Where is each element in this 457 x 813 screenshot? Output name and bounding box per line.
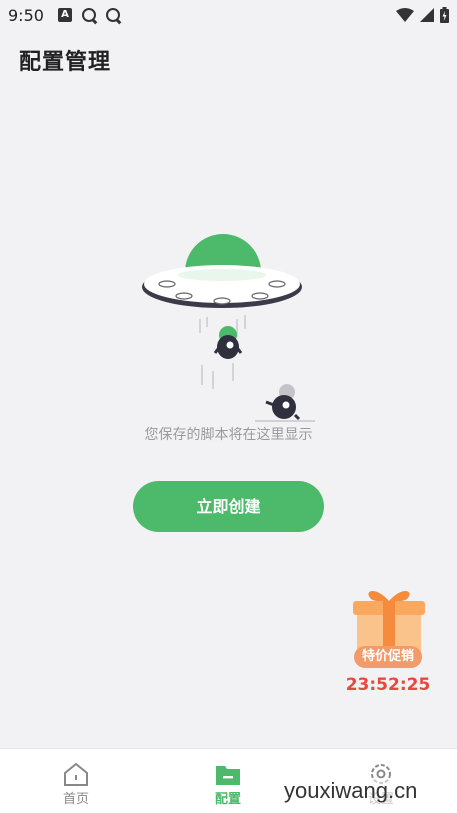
- system-icons: [396, 7, 449, 23]
- signal-icon: [420, 8, 434, 22]
- empty-state-message: 您保存的脚本将在这里显示: [144, 427, 313, 443]
- status-bar: 9:50 A: [0, 0, 457, 32]
- q-icon: [82, 8, 96, 22]
- nav-item-config[interactable]: 配置: [178, 749, 278, 813]
- page-title: 配置管理: [19, 50, 112, 75]
- nav-item-home[interactable]: 首页: [26, 749, 126, 813]
- a-icon: A: [58, 8, 72, 22]
- promo-badge: 特价促销: [354, 646, 422, 668]
- nav-label-home: 首页: [62, 792, 89, 807]
- status-time: 9:50: [8, 6, 44, 25]
- folder-icon: [216, 766, 240, 785]
- create-now-button[interactable]: 立即创建: [133, 481, 324, 532]
- notification-icons: A: [58, 8, 120, 22]
- ufo-illustration: [142, 234, 315, 422]
- nav-label-config: 配置: [214, 792, 241, 807]
- watermark: youxiwang.cn: [284, 778, 418, 804]
- promo-widget[interactable]: 特价促销 23:52:25: [345, 583, 431, 701]
- q-icon: [106, 8, 120, 22]
- battery-icon: [440, 7, 449, 23]
- home-icon: [64, 762, 88, 786]
- promo-countdown: 23:52:25: [345, 675, 431, 695]
- wifi-icon: [396, 8, 414, 22]
